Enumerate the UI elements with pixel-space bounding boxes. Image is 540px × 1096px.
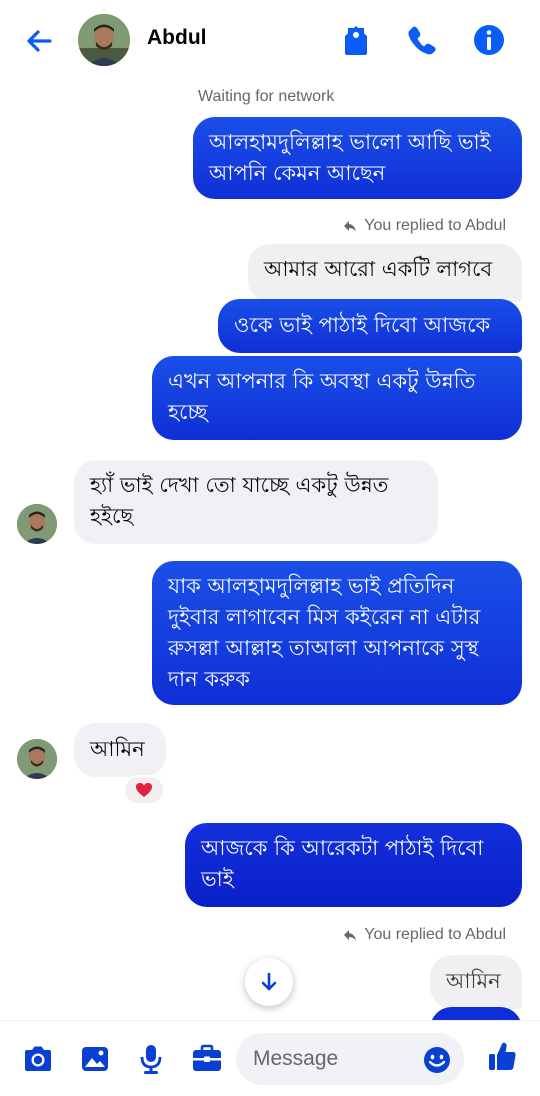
message-thread[interactable]: Waiting for network আলহামদুলিল্লাহ ভালো … [0, 80, 540, 1020]
messenger-chat-screen: Abdul Waiting for network আলহামদুলিল্লাহ… [0, 0, 540, 1096]
microphone-icon[interactable] [133, 1041, 169, 1077]
outgoing-message[interactable]: আলহামদুলিল্লাহ ভালো আছি ভাই আপনি কেমন আছ… [193, 117, 522, 199]
smiley-icon[interactable] [422, 1045, 452, 1075]
quoted-message[interactable]: আমার আরো একটি লাগবে [248, 244, 522, 302]
info-icon[interactable] [471, 22, 507, 58]
image-icon[interactable] [77, 1041, 113, 1077]
briefcase-icon[interactable] [189, 1041, 225, 1077]
avatar[interactable] [17, 504, 57, 544]
network-status: Waiting for network [198, 88, 335, 105]
tag-icon[interactable] [338, 22, 374, 58]
avatar[interactable] [78, 14, 130, 66]
outgoing-message[interactable]: যাক আলহামদুলিল্লাহ ভাই প্রতিদিন দুইবার ল… [152, 561, 522, 705]
avatar[interactable] [17, 739, 57, 779]
phone-icon[interactable] [404, 22, 440, 58]
incoming-message[interactable]: আমিন [74, 723, 166, 777]
outgoing-message[interactable]: আজকে কি আরেকটা পাঠাই দিবো ভাই [185, 823, 522, 907]
quoted-message[interactable]: আমিন [430, 955, 522, 1009]
scroll-to-bottom-button[interactable] [245, 958, 293, 1006]
outgoing-message[interactable]: ওকে ভাই পাঠাই দিবো আজকে [218, 299, 522, 353]
camera-icon[interactable] [20, 1041, 56, 1077]
arrow-down-icon [261, 972, 277, 991]
reply-arrow-icon [344, 221, 357, 232]
thumbs-up-icon[interactable] [485, 1039, 521, 1075]
contact-name[interactable]: Abdul [147, 26, 206, 50]
reaction-badge[interactable] [123, 775, 165, 805]
outgoing-message-partial[interactable] [430, 1007, 522, 1020]
reply-arrow-icon [344, 930, 357, 941]
reply-note: You replied to Abdul [342, 926, 506, 944]
outgoing-message[interactable]: এখন আপনার কি অবস্থা একটু উন্নতি হচ্ছে [152, 356, 522, 440]
incoming-message[interactable]: হ্যাঁ ভাই দেখা তো যাচ্ছে একটু উন্নত হইছে [74, 460, 438, 544]
arrow-left-icon[interactable] [22, 24, 56, 58]
chat-header: Abdul [0, 0, 540, 80]
message-composer [0, 1020, 540, 1096]
heart-icon [136, 783, 152, 797]
reply-note: You replied to Abdul [342, 217, 506, 235]
